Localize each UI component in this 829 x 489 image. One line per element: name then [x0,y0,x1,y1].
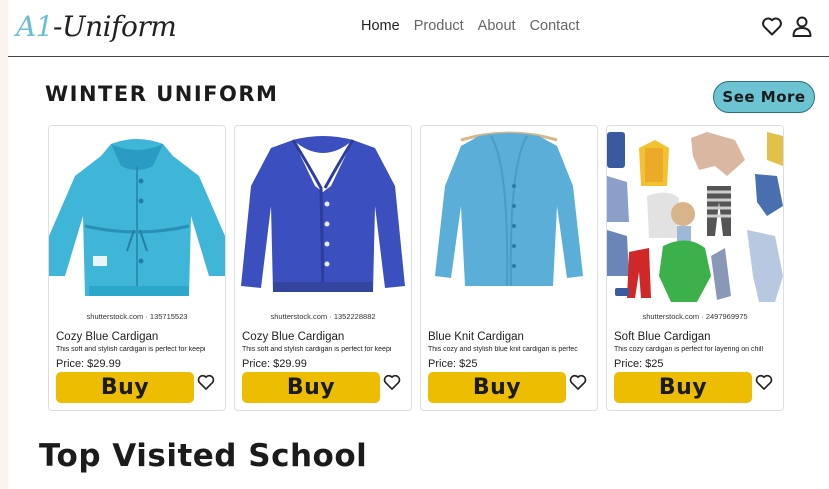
product-card[interactable]: Blue Knit Cardigan This cozy and stylish… [420,125,598,411]
product-price: Price: $29.99 [56,358,121,370]
product-image [235,126,411,308]
navbar: A1-Uniform Home Product About Contact [8,0,829,57]
product-card[interactable]: shutterstock.com · 135715523 Cozy Blue C… [48,125,226,411]
heart-icon[interactable] [760,14,784,38]
image-credit: shutterstock.com · 1352228882 [270,312,376,321]
nav-links: Home Product About Contact [361,18,594,34]
nav-product[interactable]: Product [414,18,464,34]
heart-icon[interactable] [196,372,216,392]
product-description: This soft and stylish cardigan is perfec… [56,346,206,353]
product-name: Soft Blue Cardigan [614,331,711,343]
see-more-button[interactable]: See More [713,81,815,113]
buy-button[interactable]: Buy [614,372,752,403]
logo[interactable]: A1-Uniform [16,10,177,43]
product-description: This cozy cardigan is perfect for layeri… [614,346,764,353]
product-name: Blue Knit Cardigan [428,331,524,343]
buy-button[interactable]: Buy [428,372,566,403]
product-name: Cozy Blue Cardigan [56,331,159,343]
product-image [421,126,597,308]
section-title-top-visited: Top Visited School [39,438,368,474]
buy-button[interactable]: Buy [242,372,380,403]
buy-button[interactable]: Buy [56,372,194,403]
nav-icons [760,14,814,38]
nav-home[interactable]: Home [361,18,400,34]
nav-contact[interactable]: Contact [530,18,580,34]
logo-suffix: -Uniform [53,10,177,43]
product-card[interactable]: shutterstock.com · 1352228882 Cozy Blue … [234,125,412,411]
section-title: WINTER UNIFORM [45,82,279,106]
product-image [607,126,783,308]
logo-prefix: A1 [16,10,54,43]
product-price: Price: $29.99 [242,358,307,370]
user-icon[interactable] [790,14,814,38]
product-price: Price: $25 [428,358,478,370]
product-price: Price: $25 [614,358,664,370]
product-description: This cozy and stylish blue knit cardigan… [428,346,578,353]
product-image [49,126,225,308]
nav-about[interactable]: About [478,18,516,34]
heart-icon[interactable] [382,372,402,392]
heart-icon[interactable] [754,372,774,392]
image-credit: shutterstock.com · 2497969975 [642,312,748,321]
heart-icon[interactable] [568,372,588,392]
page: A1-Uniform Home Product About Contact WI… [8,0,829,489]
product-card[interactable]: shutterstock.com · 2497969975 Soft Blue … [606,125,784,411]
image-credit: shutterstock.com · 135715523 [86,312,188,321]
product-name: Cozy Blue Cardigan [242,331,345,343]
product-description: This soft and stylish cardigan is perfec… [242,346,392,353]
